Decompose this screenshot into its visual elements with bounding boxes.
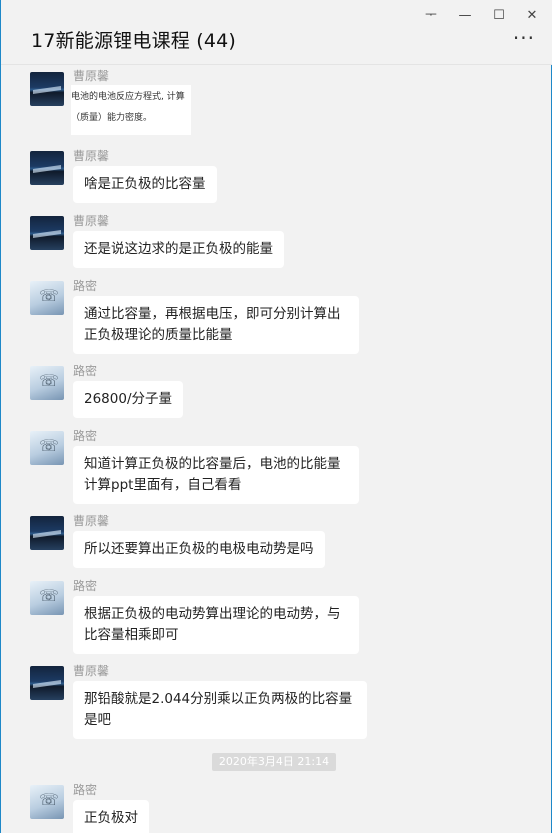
message-bubble[interactable]: 还是说这边求的是正负极的能量 bbox=[73, 231, 284, 268]
avatar[interactable] bbox=[30, 516, 64, 550]
message-bubble[interactable]: 通过比容量，再根据电压，即可分别计算出正负极理论的质量比能量 bbox=[73, 296, 359, 354]
time-divider: 2020年3月4日 21:14 bbox=[212, 753, 336, 771]
message-bubble[interactable]: 啥是正负极的比容量 bbox=[73, 166, 217, 203]
image-message[interactable]: 电池的电池反应方程式, 计算 （质量）能力密度。 bbox=[71, 85, 191, 135]
chat-window: 17新能源锂电课程 (44) ᅮ — ☐ ✕ ··· 曹原馨 电池的电池反应方程… bbox=[0, 0, 552, 833]
message-list[interactable]: 曹原馨 电池的电池反应方程式, 计算 （质量）能力密度。 曹原馨 啥是正负极的比… bbox=[1, 65, 552, 833]
message-bubble[interactable]: 知道计算正负极的比容量后，电池的比能量计算ppt里面有，自己看看 bbox=[73, 446, 359, 504]
avatar[interactable] bbox=[30, 216, 64, 250]
avatar[interactable] bbox=[30, 281, 64, 315]
avatar[interactable] bbox=[30, 72, 64, 106]
pin-icon[interactable]: ᅮ bbox=[419, 6, 443, 26]
image-text-line: （质量）能力密度。 bbox=[71, 113, 153, 123]
sender-name: 路密 bbox=[73, 279, 98, 293]
more-options-icon[interactable]: ··· bbox=[513, 28, 535, 48]
message-bubble[interactable]: 所以还要算出正负极的电极电动势是吗 bbox=[73, 531, 325, 568]
sender-name: 曹原馨 bbox=[73, 69, 110, 83]
chat-title: 17新能源锂电课程 (44) bbox=[31, 30, 237, 52]
avatar[interactable] bbox=[30, 666, 64, 700]
message-bubble[interactable]: 那铅酸就是2.044分别乘以正负两极的比容量是吧 bbox=[73, 681, 367, 739]
avatar[interactable] bbox=[30, 151, 64, 185]
message-bubble[interactable]: 正负极对 bbox=[73, 800, 149, 833]
maximize-icon[interactable]: ☐ bbox=[487, 6, 511, 26]
sender-name: 路密 bbox=[73, 429, 98, 443]
minimize-icon[interactable]: — bbox=[453, 6, 477, 26]
image-text-line: 电池的电池反应方程式, 计算 bbox=[71, 92, 185, 102]
close-icon[interactable]: ✕ bbox=[520, 6, 544, 26]
avatar[interactable] bbox=[30, 785, 64, 819]
sender-name: 曹原馨 bbox=[73, 149, 110, 163]
avatar[interactable] bbox=[30, 581, 64, 615]
sender-name: 曹原馨 bbox=[73, 214, 110, 228]
avatar[interactable] bbox=[30, 431, 64, 465]
sender-name: 路密 bbox=[73, 579, 98, 593]
sender-name: 曹原馨 bbox=[73, 514, 110, 528]
sender-name: 路密 bbox=[73, 783, 98, 797]
title-bar: 17新能源锂电课程 (44) ᅮ — ☐ ✕ ··· bbox=[1, 0, 552, 65]
message-bubble[interactable]: 26800/分子量 bbox=[73, 381, 183, 418]
avatar[interactable] bbox=[30, 366, 64, 400]
message-bubble[interactable]: 根据正负极的电动势算出理论的电动势，与比容量相乘即可 bbox=[73, 596, 359, 654]
sender-name: 曹原馨 bbox=[73, 664, 110, 678]
sender-name: 路密 bbox=[73, 364, 98, 378]
